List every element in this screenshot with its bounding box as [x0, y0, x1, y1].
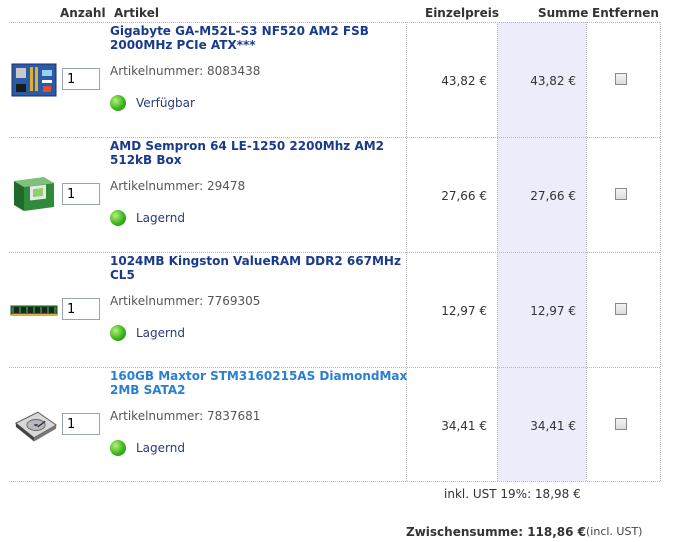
hard-drive-icon	[14, 411, 58, 442]
availability-label: Lagernd	[136, 441, 185, 455]
header-quantity: Anzahl	[60, 6, 106, 20]
article-number: Artikelnummer: 7769305	[110, 294, 261, 308]
availability-label: Lagernd	[136, 326, 185, 340]
quantity-input[interactable]	[62, 68, 100, 90]
remove-checkbox[interactable]	[615, 73, 627, 85]
header-article: Artikel	[114, 6, 159, 20]
unit-price: 12,97 €	[441, 304, 487, 318]
article-number: Artikelnummer: 7837681	[110, 409, 261, 423]
cart-row: AMD Sempron 64 LE-1250 2200Mhz AM2 512kB…	[0, 137, 678, 252]
subtotal-note: (incl. UST)	[586, 525, 643, 538]
line-sum: 27,66 €	[530, 189, 576, 203]
header-unit-price: Einzelpreis	[425, 6, 499, 20]
article-number: Artikelnummer: 29478	[110, 179, 246, 193]
status-dot-icon	[110, 210, 126, 226]
cpu-box-icon	[14, 177, 54, 211]
remove-checkbox[interactable]	[615, 418, 627, 430]
remove-checkbox[interactable]	[615, 188, 627, 200]
availability-status: Lagernd	[110, 440, 185, 456]
unit-price: 43,82 €	[441, 74, 487, 88]
cart-row: 1024MB Kingston ValueRAM DDR2 667MHz CL5…	[0, 252, 678, 367]
availability-status: Verfügbar	[110, 95, 195, 111]
quantity-input[interactable]	[62, 298, 100, 320]
availability-label: Verfügbar	[136, 96, 195, 110]
availability-label: Lagernd	[136, 211, 185, 225]
quantity-input[interactable]	[62, 413, 100, 435]
product-title-link[interactable]: 160GB Maxtor STM3160215AS DiamondMax 2MB…	[110, 369, 410, 397]
unit-price: 34,41 €	[441, 419, 487, 433]
status-dot-icon	[110, 95, 126, 111]
remove-checkbox[interactable]	[615, 303, 627, 315]
vat-total: inkl. UST 19%: 18,98 €	[444, 487, 581, 501]
product-title-link[interactable]: 1024MB Kingston ValueRAM DDR2 667MHz CL5	[110, 254, 410, 282]
line-sum: 34,41 €	[530, 419, 576, 433]
line-sum: 12,97 €	[530, 304, 576, 318]
availability-status: Lagernd	[110, 210, 185, 226]
ram-module-icon	[10, 305, 58, 316]
unit-price: 27,66 €	[441, 189, 487, 203]
motherboard-icon	[11, 63, 57, 97]
status-dot-icon	[110, 325, 126, 341]
status-dot-icon	[110, 440, 126, 456]
cart-row: 160GB Maxtor STM3160215AS DiamondMax 2MB…	[0, 367, 678, 482]
subtotal: Zwischensumme: 118,86 €	[406, 525, 587, 539]
article-number: Artikelnummer: 8083438	[110, 64, 261, 78]
header-sum: Summe	[538, 6, 589, 20]
product-title-link[interactable]: AMD Sempron 64 LE-1250 2200Mhz AM2 512kB…	[110, 139, 410, 167]
quantity-input[interactable]	[62, 183, 100, 205]
line-sum: 43,82 €	[530, 74, 576, 88]
product-title-link[interactable]: Gigabyte GA-M52L-S3 NF520 AM2 FSB 2000MH…	[110, 24, 410, 52]
cart-row: Gigabyte GA-M52L-S3 NF520 AM2 FSB 2000MH…	[0, 22, 678, 137]
availability-status: Lagernd	[110, 325, 185, 341]
header-remove: Entfernen	[592, 6, 659, 20]
